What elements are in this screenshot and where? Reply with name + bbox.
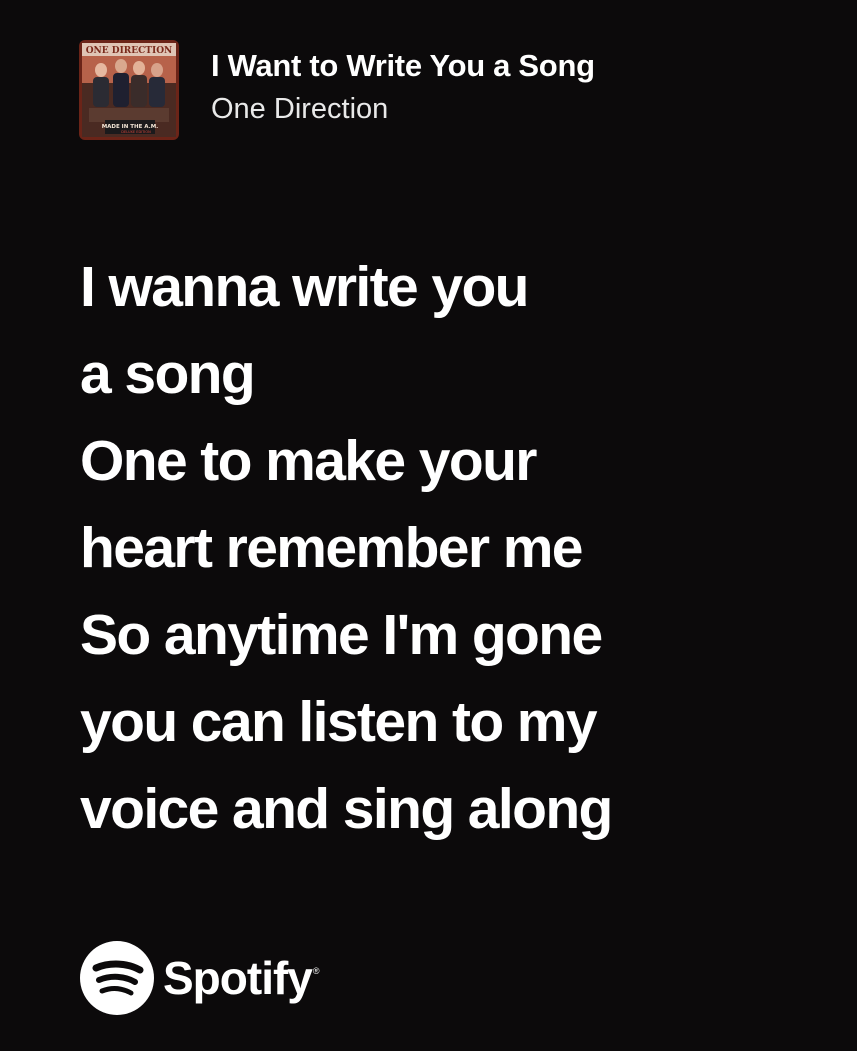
track-meta: I Want to Write You a Song One Direction [211,46,595,128]
spotify-branding: Spotify ® [80,940,320,1016]
lyric-line: a song [80,342,256,406]
spotify-logo-icon [80,941,154,1015]
album-cover-art-icon: ONE DIRECTION MADE IN THE A.M. DELUXE ED… [79,40,179,140]
lyric-line: So anytime I'm gone [80,603,603,667]
cover-edition-label: DELUXE EDITION [121,130,151,134]
cover-band-logo: ONE DIRECTION [86,46,173,56]
spotify-wordmark: Spotify [163,952,313,1004]
lyric-line: you can listen to my [80,690,598,754]
trademark-symbol: ® [312,966,320,976]
song-title: I Want to Write You a Song [211,48,595,83]
lyric-line: One to make your [80,429,537,493]
artist-name: One Direction [211,93,389,125]
track-header: ONE DIRECTION MADE IN THE A.M. DELUXE ED… [79,40,595,140]
lyric-line: voice and sing along [80,777,613,841]
lyric-line: heart remember me [80,516,583,580]
lyrics-block: I wanna write you a song One to make you… [80,244,840,853]
album-cover: ONE DIRECTION MADE IN THE A.M. DELUXE ED… [79,40,179,140]
lyric-line: I wanna write you [80,255,530,319]
